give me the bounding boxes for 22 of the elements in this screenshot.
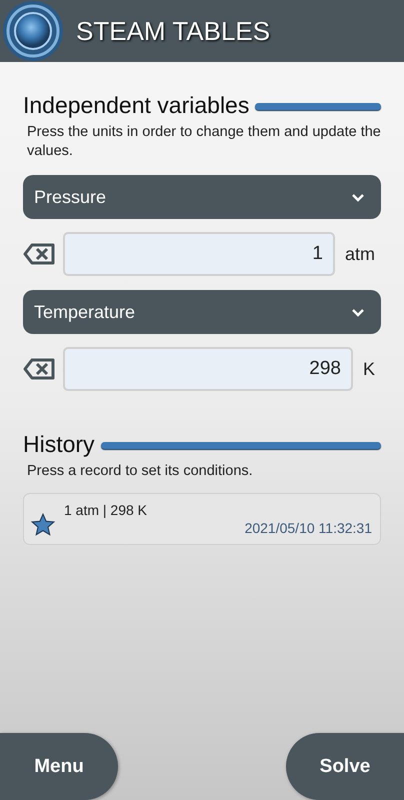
chevron-down-icon (351, 308, 365, 316)
unit-label[interactable]: K (360, 358, 381, 380)
section-hint: Press a record to set its conditions. (27, 462, 254, 481)
app-title: STEAM TABLES (76, 16, 270, 46)
section-title: History (23, 431, 95, 458)
unit-label[interactable]: atm (342, 244, 381, 264)
variable-dropdown[interactable]: Pressure (23, 175, 381, 219)
backspace-icon[interactable] (23, 243, 55, 265)
star-icon (30, 512, 56, 538)
record-conditions: 1 atm | 298 K (64, 502, 148, 518)
variable-dropdown[interactable]: Temperature (23, 290, 381, 334)
chevron-down-icon (351, 192, 365, 202)
solve-button[interactable]: Solve (286, 733, 404, 800)
menu-button[interactable]: Menu (0, 733, 118, 800)
section-hint: Press the units in order to change them and update the values. (27, 123, 381, 161)
value-input[interactable]: 1 (63, 232, 335, 276)
value-input[interactable]: 298 (63, 347, 353, 391)
backspace-icon[interactable] (23, 358, 55, 380)
section-title: Independent variables (23, 92, 250, 119)
history-record[interactable]: 1 atm | 298 K 2021/05/10 11:32:31 (23, 493, 381, 545)
record-timestamp: 2021/05/10 11:32:31 (244, 520, 372, 536)
logo-icon (2, 0, 64, 62)
